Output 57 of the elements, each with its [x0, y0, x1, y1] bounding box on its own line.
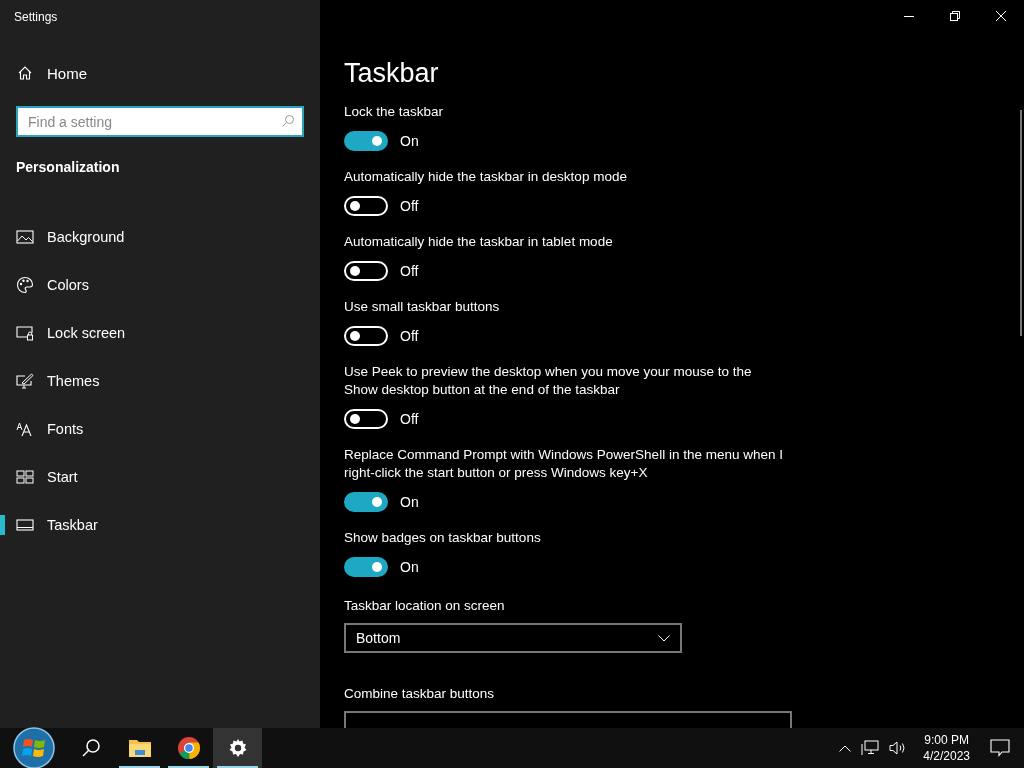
home-icon: [17, 65, 33, 81]
setting-label: Use small taskbar buttons: [344, 298, 501, 316]
close-icon[interactable]: [996, 11, 1006, 21]
scrollbar[interactable]: [1020, 110, 1022, 336]
clock-date[interactable]: 4/2/2023: [923, 748, 970, 764]
toggle-state: On: [400, 133, 419, 149]
section-heading: Personalization: [16, 159, 121, 175]
toggle-state: Off: [400, 328, 419, 344]
browser-icon: [176, 736, 201, 760]
nav-item[interactable]: Taskbar: [0, 501, 320, 549]
toggle-state: On: [400, 559, 419, 575]
network-icon[interactable]: [861, 740, 880, 756]
gear-icon: [227, 738, 248, 758]
toggle-state: Off: [400, 411, 419, 427]
toggle-switch[interactable]: [344, 131, 388, 151]
fonts-icon: [16, 421, 34, 437]
taskbar-icon: [16, 517, 34, 533]
tiles-icon: [16, 469, 34, 485]
search-field[interactable]: Find a setting: [16, 106, 304, 137]
nav-item[interactable]: Fonts: [0, 405, 320, 453]
chevron-down-icon: [658, 634, 670, 642]
setting-label: Automatically hide the taskbar in tablet mode: [344, 233, 614, 251]
palette-icon: [16, 276, 34, 294]
toggle-switch[interactable]: [344, 557, 388, 577]
setting-label: Automatically hide the taskbar in desktop mode: [344, 168, 628, 186]
window-title: Settings: [13, 9, 59, 26]
nav-item[interactable]: Background: [0, 213, 320, 261]
chevron-up-icon[interactable]: [839, 744, 852, 752]
nav-item[interactable]: Start: [0, 453, 320, 501]
folder-icon: [127, 738, 152, 758]
toggle-state: Off: [400, 263, 419, 279]
page-title: Taskbar: [344, 58, 440, 89]
notification-icon[interactable]: [990, 739, 1010, 757]
restore-icon[interactable]: [950, 11, 960, 21]
clock-time[interactable]: 9:00 PM: [924, 732, 969, 748]
toggle-state: Off: [400, 198, 419, 214]
nav-item[interactable]: Themes: [0, 357, 320, 405]
setting-label: Show badges on taskbar buttons: [344, 529, 542, 547]
dropdown[interactable]: Bottom: [344, 623, 682, 653]
start-orb-icon[interactable]: [12, 726, 56, 768]
search-icon: [281, 114, 295, 128]
setting-label: Use Peek to preview the desktop when you move your mouse to the Show desktop button at the end of the taskbar: [344, 363, 753, 399]
speaker-icon[interactable]: [889, 740, 908, 756]
home-link[interactable]: Home: [17, 61, 87, 85]
setting-label: Taskbar location on screen: [344, 597, 506, 615]
search-icon: [80, 738, 101, 758]
lock-screen-icon: [16, 325, 34, 341]
nav-item[interactable]: Colors: [0, 261, 320, 309]
setting-label: Combine taskbar buttons: [344, 685, 496, 703]
nav-item[interactable]: Lock screen: [0, 309, 320, 357]
setting-label: Lock the taskbar: [344, 103, 445, 121]
image-icon: [16, 229, 34, 245]
toggle-state: On: [400, 494, 419, 510]
setting-label: Replace Command Prompt with Windows PowerShell in the menu when I right-click the start button or press Windows key+X: [344, 446, 784, 482]
toggle-switch[interactable]: [344, 492, 388, 512]
themes-icon: [16, 373, 34, 389]
taskbar-button[interactable]: [213, 728, 262, 768]
